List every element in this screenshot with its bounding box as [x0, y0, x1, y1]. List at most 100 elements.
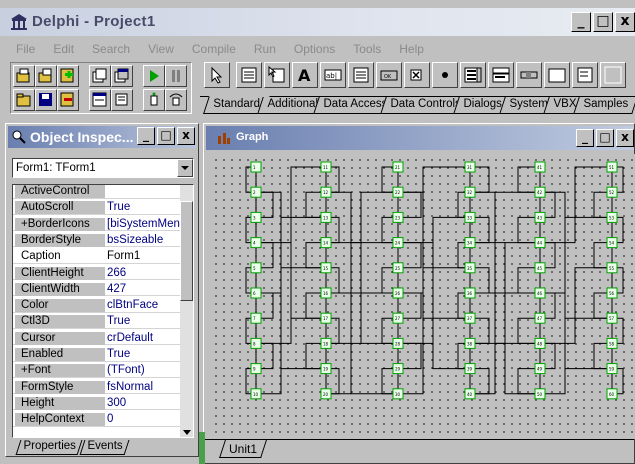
radiobutton-icon[interactable] [432, 62, 458, 88]
graph-title-bar[interactable]: Graph _ □ x [206, 126, 634, 150]
property-value[interactable]: bsSizeable [107, 234, 181, 246]
graph-maximize-button[interactable]: □ [596, 129, 614, 147]
close-button[interactable]: x [615, 12, 635, 32]
property-value[interactable]: True [107, 348, 181, 360]
graph-node[interactable]: 58 [606, 337, 618, 349]
label-icon[interactable]: A [292, 62, 318, 88]
graph-node[interactable]: 38 [464, 337, 476, 349]
inspector-close-button[interactable]: x [177, 127, 195, 145]
property-value[interactable]: 300 [107, 397, 181, 409]
property-value[interactable]: 427 [107, 283, 181, 295]
groupbox-icon[interactable] [544, 62, 570, 88]
menu-options[interactable]: Options [280, 38, 339, 58]
graph-node[interactable]: 40 [464, 388, 476, 400]
graph-node[interactable]: 3 [250, 211, 262, 223]
scrollbar-icon[interactable] [516, 62, 542, 88]
graph-node[interactable]: 11 [320, 161, 332, 173]
graph-node[interactable]: 2 [250, 186, 262, 198]
graph-node[interactable]: 23 [392, 211, 404, 223]
graph-node[interactable]: 9 [250, 363, 262, 375]
graph-node[interactable]: 39 [464, 363, 476, 375]
radiogroup-icon[interactable] [572, 62, 598, 88]
tab-properties[interactable]: Properties [15, 440, 83, 455]
inspector-minimize-button[interactable]: _ [137, 127, 155, 145]
property-row[interactable]: +BorderIcons [biSystemMenu [13, 217, 181, 232]
property-row[interactable]: FormStyle fsNormal [13, 380, 181, 395]
menu-compile[interactable]: Compile [178, 38, 240, 58]
select-unit-icon[interactable] [13, 89, 35, 111]
property-value[interactable]: True [107, 201, 181, 213]
property-row[interactable]: Ctl3D True [13, 315, 181, 329]
popupmenu-icon[interactable] [264, 62, 290, 88]
property-value[interactable]: fsNormal [107, 381, 181, 393]
graph-node[interactable]: 16 [320, 287, 332, 299]
graph-node[interactable]: 21 [392, 161, 404, 173]
graph-node[interactable]: 54 [606, 237, 618, 249]
step-over-icon[interactable] [165, 89, 187, 111]
graph-node[interactable]: 27 [392, 312, 404, 324]
pause-icon[interactable] [165, 65, 187, 87]
graph-node[interactable]: 25 [392, 262, 404, 274]
graph-minimize-button[interactable]: _ [576, 129, 594, 147]
property-row[interactable]: Caption Form1 [13, 250, 181, 264]
property-value[interactable]: (TFont) [107, 364, 181, 376]
panel-icon[interactable] [600, 62, 626, 88]
property-row[interactable]: ClientWidth 427 [13, 282, 181, 297]
graph-node[interactable]: 35 [464, 262, 476, 274]
trace-into-icon[interactable] [143, 89, 165, 111]
graph-node[interactable]: 48 [534, 337, 546, 349]
property-row[interactable]: BorderStyle bsSizeable [13, 233, 181, 248]
add-file-icon[interactable] [57, 65, 79, 87]
property-row[interactable]: ActiveControl [13, 185, 181, 199]
graph-node[interactable]: 15 [320, 262, 332, 274]
memo-icon[interactable] [348, 62, 374, 88]
graph-node[interactable]: 17 [320, 312, 332, 324]
menu-file[interactable]: File [0, 38, 39, 58]
graph-node[interactable]: 43 [534, 211, 546, 223]
combobox-icon[interactable] [488, 62, 514, 88]
graph-node[interactable]: 57 [606, 312, 618, 324]
graph-node[interactable]: 22 [392, 186, 404, 198]
property-value[interactable]: [biSystemMenu [107, 218, 181, 230]
graph-node[interactable]: 24 [392, 237, 404, 249]
graph-node[interactable]: 45 [534, 262, 546, 274]
graph-node[interactable]: 10 [250, 388, 262, 400]
property-row[interactable]: Height 300 [13, 396, 181, 411]
graph-node[interactable]: 52 [606, 186, 618, 198]
menu-edit[interactable]: Edit [39, 38, 78, 58]
graph-node[interactable]: 26 [392, 287, 404, 299]
checkbox-icon[interactable] [404, 62, 430, 88]
graph-node[interactable]: 59 [606, 363, 618, 375]
menu-help[interactable]: Help [385, 38, 428, 58]
select-form-icon[interactable] [89, 65, 111, 87]
graph-node[interactable]: 4 [250, 237, 262, 249]
graph-node[interactable]: 44 [534, 237, 546, 249]
property-value[interactable]: clBtnFace [107, 299, 181, 311]
graph-node[interactable]: 34 [464, 237, 476, 249]
graph-node[interactable]: 14 [320, 237, 332, 249]
graph-node[interactable]: 36 [464, 287, 476, 299]
graph-node[interactable]: 20 [320, 388, 332, 400]
graph-node[interactable]: 50 [534, 388, 546, 400]
run-icon[interactable] [143, 65, 165, 87]
graph-node[interactable]: 12 [320, 186, 332, 198]
property-row[interactable]: HelpContext 0 [13, 413, 181, 427]
inspector-maximize-button[interactable]: □ [157, 127, 175, 145]
menu-run[interactable]: Run [240, 38, 280, 58]
property-row[interactable]: AutoScroll True [13, 201, 181, 215]
button-icon[interactable]: OK [376, 62, 402, 88]
menu-view[interactable]: View [134, 38, 178, 58]
graph-node[interactable]: 7 [250, 312, 262, 324]
graph-node[interactable]: 47 [534, 312, 546, 324]
minimize-button[interactable]: _ [571, 12, 591, 32]
menu-search[interactable]: Search [78, 38, 134, 58]
graph-node[interactable]: 32 [464, 186, 476, 198]
new-form-icon[interactable] [111, 65, 133, 87]
property-scrollbar[interactable] [180, 185, 193, 437]
run-to-cursor-icon[interactable] [111, 89, 133, 111]
listbox-icon[interactable] [460, 62, 486, 88]
tab-events[interactable]: Events [79, 440, 130, 455]
menu-tools[interactable]: Tools [339, 38, 385, 58]
graph-node[interactable]: 53 [606, 211, 618, 223]
mainmenu-icon[interactable] [236, 62, 262, 88]
